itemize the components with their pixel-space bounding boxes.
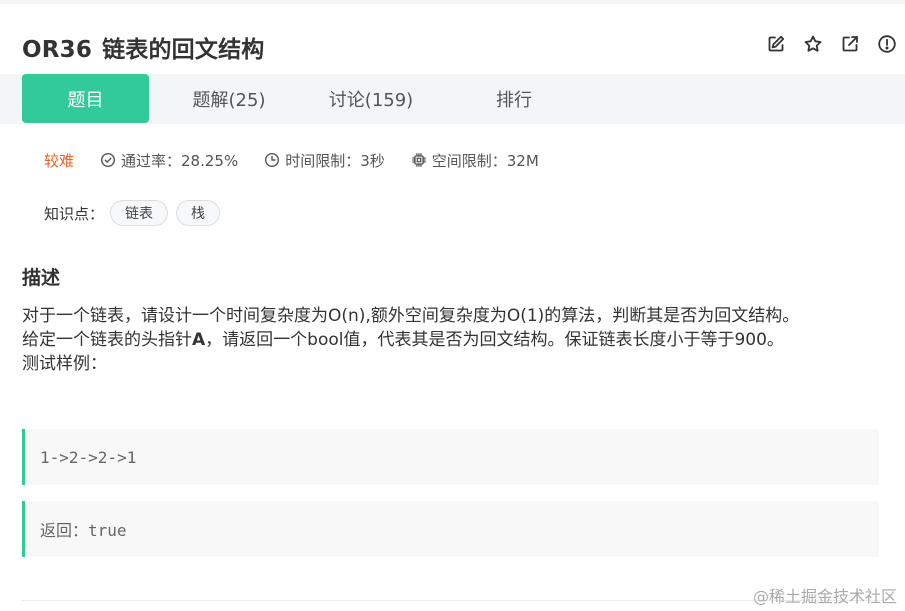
space-limit-text: 空间限制：32M: [431, 151, 539, 170]
tab-solutions[interactable]: 题解(25): [170, 74, 288, 123]
description-line-2-pre: 给定一个链表的头指针: [22, 330, 192, 350]
description-heading: 描述: [22, 267, 61, 289]
description-line-2: 给定一个链表的头指针A，请返回一个bool值，代表其是否为回文结构。保证链表长度…: [22, 328, 882, 352]
knowledge-label: 知识点：: [44, 204, 105, 223]
edit-icon[interactable]: [766, 34, 786, 54]
tag-linked-list[interactable]: 链表: [110, 200, 169, 226]
tab-problem[interactable]: 题目: [22, 74, 149, 123]
pass-rate-text: 通过率：28.25%: [121, 151, 239, 170]
header-actions: [766, 34, 897, 54]
space-limit: 空间限制：32M: [411, 150, 539, 171]
problem-title: 链表的回文结构: [102, 37, 265, 63]
page-title: OR36 链表的回文结构: [22, 30, 264, 64]
time-limit: 时间限制：3秒: [264, 150, 385, 171]
report-icon[interactable]: [877, 34, 897, 54]
head-pointer-name: A: [192, 330, 206, 350]
problem-header: OR36 链表的回文结构: [0, 4, 905, 74]
sample-input-block: 1->2->2->1: [22, 429, 879, 485]
description-line-1: 对于一个链表，请设计一个时间复杂度为O(n),额外空间复杂度为O(1)的算法，判…: [22, 306, 800, 326]
tab-bar: 题目 题解(25) 讨论(159) 排行: [0, 74, 905, 124]
star-icon[interactable]: [803, 34, 823, 54]
problem-id: OR36: [22, 37, 93, 63]
tab-ranking[interactable]: 排行: [455, 74, 573, 123]
problem-description: 对于一个链表，请设计一个时间复杂度为O(n),额外空间复杂度为O(1)的算法，判…: [22, 304, 882, 376]
time-limit-text: 时间限制：3秒: [285, 151, 385, 170]
tag-stack[interactable]: 栈: [176, 200, 221, 226]
description-line-3: 测试样例：: [22, 354, 107, 374]
sample-output-block: 返回：true: [22, 501, 879, 557]
external-link-icon[interactable]: [840, 34, 860, 54]
check-circle-icon: [101, 152, 116, 168]
pass-rate: 通过率：28.25%: [100, 150, 238, 171]
chip-icon: [411, 153, 426, 167]
tab-discussion[interactable]: 讨论(159): [312, 74, 430, 123]
description-line-2-post: ，请返回一个bool值，代表其是否为回文结构。保证链表长度小于等于900。: [205, 330, 784, 350]
difficulty-badge: 较难: [44, 151, 75, 170]
knowledge-points: 知识点： 链表 栈: [44, 200, 228, 226]
clock-icon: [265, 152, 280, 168]
problem-meta: 较难 通过率：28.25% 时间限制：3秒 空间限制：32M: [44, 150, 565, 170]
watermark: @稀土掘金技术社区: [752, 587, 897, 606]
